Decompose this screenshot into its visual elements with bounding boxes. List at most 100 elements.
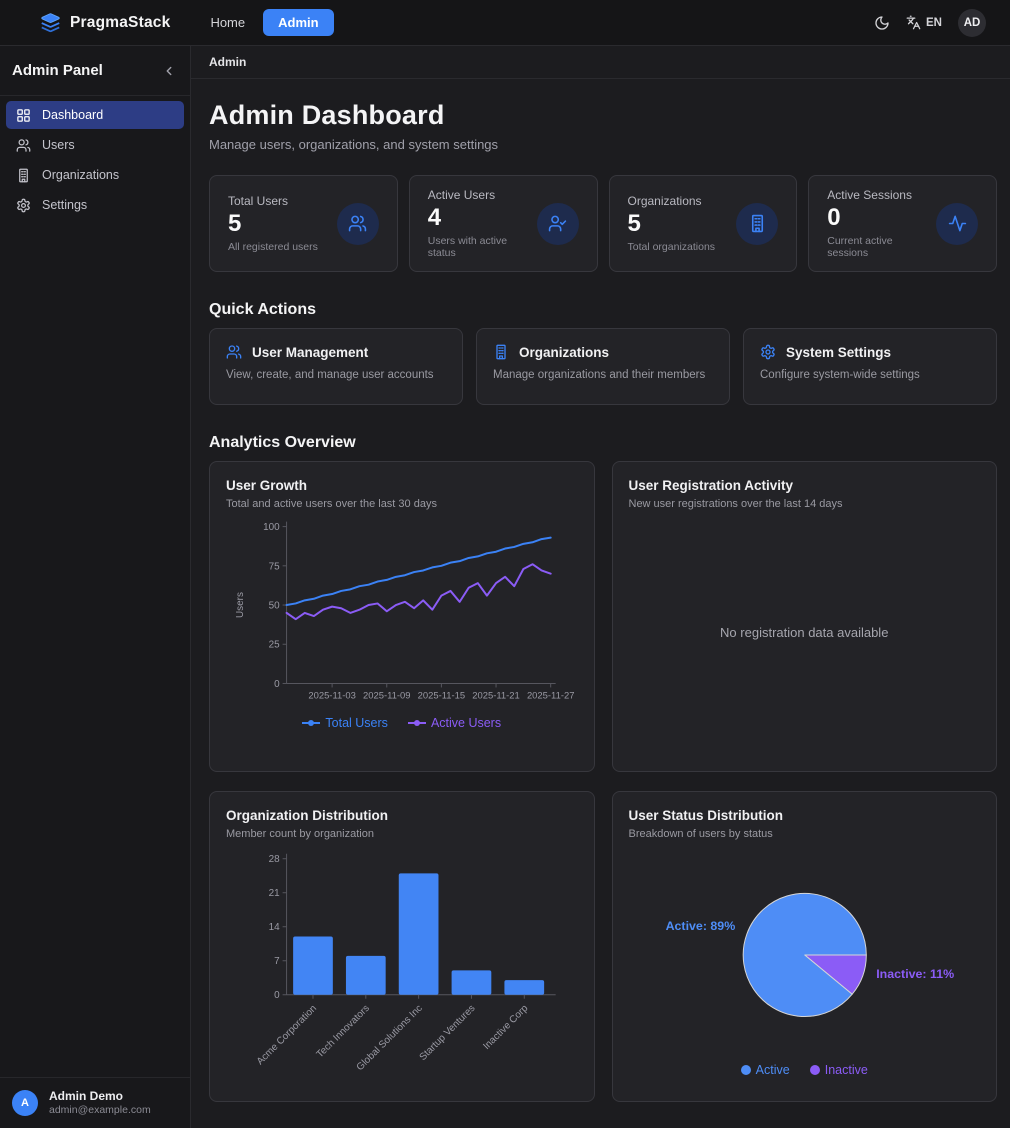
svg-text:Acme Corporation: Acme Corporation bbox=[255, 1003, 319, 1067]
dashboard-content: Admin Dashboard Manage users, organizati… bbox=[191, 79, 1010, 1118]
sidebar-item-organizations[interactable]: Organizations bbox=[6, 161, 184, 189]
line-marker-icon bbox=[408, 719, 426, 727]
stat-card-total-users: Total Users 5 All registered users bbox=[209, 175, 398, 272]
quick-action-organizations[interactable]: Organizations Manage organizations and t… bbox=[476, 328, 730, 405]
organization-distribution-plot: 07142128Acme CorporationTech InnovatorsG… bbox=[226, 844, 578, 1077]
page-subtitle: Manage users, organizations, and system … bbox=[209, 137, 997, 152]
chevron-left-icon bbox=[162, 64, 176, 78]
chart-subtitle: Breakdown of users by status bbox=[629, 828, 981, 840]
sidebar-collapse-button[interactable] bbox=[162, 64, 176, 78]
stat-value: 5 bbox=[228, 211, 318, 237]
sidebar-item-settings[interactable]: Settings bbox=[6, 191, 184, 219]
stat-value: 0 bbox=[827, 205, 936, 231]
chart-title: User Growth bbox=[226, 478, 578, 493]
stat-sublabel: Current active sessions bbox=[827, 235, 936, 259]
stat-label: Total Users bbox=[228, 194, 318, 208]
nav-right: EN AD bbox=[874, 9, 1010, 37]
svg-text:7: 7 bbox=[274, 956, 280, 967]
quick-action-description: View, create, and manage user accounts bbox=[226, 369, 446, 381]
theme-toggle-button[interactable] bbox=[874, 15, 890, 31]
sidebar-item-dashboard[interactable]: Dashboard bbox=[6, 101, 184, 129]
line-legend: Total Users Active Users bbox=[226, 716, 578, 730]
chart-subtitle: New user registrations over the last 14 … bbox=[629, 498, 981, 510]
nav-link-admin[interactable]: Admin bbox=[263, 9, 333, 36]
moon-icon bbox=[874, 15, 890, 31]
quick-action-user-management[interactable]: User Management View, create, and manage… bbox=[209, 328, 463, 405]
chart-title: Organization Distribution bbox=[226, 808, 578, 823]
quick-action-system-settings[interactable]: System Settings Configure system-wide se… bbox=[743, 328, 997, 405]
quick-action-description: Configure system-wide settings bbox=[760, 369, 980, 381]
dot-marker-icon bbox=[810, 1065, 820, 1075]
user-check-icon bbox=[548, 214, 567, 233]
sidebar-title: Admin Panel bbox=[12, 62, 103, 79]
svg-text:100: 100 bbox=[263, 522, 280, 533]
main-nav: Home Admin bbox=[202, 9, 333, 36]
stat-cards: Total Users 5 All registered users Activ… bbox=[209, 175, 997, 272]
admin-app: PragmaStack Home Admin EN AD Admin Panel bbox=[0, 0, 1010, 1128]
brand[interactable]: PragmaStack bbox=[0, 12, 170, 33]
svg-text:Inactive: 11%: Inactive: 11% bbox=[876, 967, 954, 981]
svg-text:2025-11-21: 2025-11-21 bbox=[472, 689, 520, 700]
organization-distribution-card: Organization Distribution Member count b… bbox=[209, 791, 595, 1102]
svg-text:21: 21 bbox=[269, 888, 281, 899]
legend-label: Active Users bbox=[431, 716, 501, 730]
legend-label: Active bbox=[756, 1063, 790, 1077]
legend-item-total-users[interactable]: Total Users bbox=[302, 716, 388, 730]
sidebar-nav: Dashboard Users Organizations Settings bbox=[0, 96, 190, 1077]
sidebar-user-email: admin@example.com bbox=[49, 1104, 151, 1117]
chart-subtitle: Total and active users over the last 30 … bbox=[226, 498, 578, 510]
sidebar-item-label: Dashboard bbox=[42, 108, 103, 122]
stat-sublabel: Total organizations bbox=[628, 241, 716, 253]
legend-item-inactive[interactable]: Inactive bbox=[810, 1063, 868, 1077]
user-status-pie-plot: Active: 89%Inactive: 11% bbox=[629, 844, 981, 1057]
top-navbar: PragmaStack Home Admin EN AD bbox=[0, 0, 1010, 46]
users-icon bbox=[226, 344, 242, 360]
sidebar-user-avatar: A bbox=[12, 1090, 38, 1116]
svg-text:25: 25 bbox=[269, 640, 281, 651]
breadcrumb[interactable]: Admin bbox=[209, 55, 246, 69]
language-button[interactable]: EN bbox=[906, 15, 942, 30]
user-growth-plot: 02550751002025-11-032025-11-092025-11-15… bbox=[226, 514, 578, 706]
line-marker-icon bbox=[302, 719, 320, 727]
sidebar-item-label: Settings bbox=[42, 198, 87, 212]
stat-sublabel: All registered users bbox=[228, 241, 318, 253]
user-avatar[interactable]: AD bbox=[958, 9, 986, 37]
quick-actions-grid: User Management View, create, and manage… bbox=[209, 328, 997, 405]
stat-icon-circle bbox=[537, 203, 579, 245]
svg-text:2025-11-27: 2025-11-27 bbox=[527, 689, 575, 700]
sidebar-header: Admin Panel bbox=[0, 46, 190, 96]
users-icon bbox=[16, 138, 31, 153]
building-icon bbox=[16, 168, 31, 183]
stat-card-active-users: Active Users 4 Users with active status bbox=[409, 175, 598, 272]
breadcrumb-bar: Admin bbox=[191, 46, 1010, 79]
svg-text:2025-11-03: 2025-11-03 bbox=[308, 689, 355, 700]
svg-text:Tech Innovators: Tech Innovators bbox=[315, 1003, 372, 1060]
svg-text:75: 75 bbox=[269, 561, 281, 572]
svg-text:50: 50 bbox=[269, 601, 281, 612]
legend-item-active[interactable]: Active bbox=[741, 1063, 790, 1077]
chart-title: User Status Distribution bbox=[629, 808, 981, 823]
sidebar-item-label: Users bbox=[42, 138, 75, 152]
svg-text:2025-11-09: 2025-11-09 bbox=[363, 689, 410, 700]
registration-activity-card: User Registration Activity New user regi… bbox=[612, 461, 998, 772]
main-area: Admin Admin Dashboard Manage users, orga… bbox=[191, 46, 1010, 1128]
stat-label: Active Sessions bbox=[827, 188, 936, 202]
stat-icon-circle bbox=[736, 203, 778, 245]
legend-label: Total Users bbox=[325, 716, 388, 730]
nav-link-home[interactable]: Home bbox=[202, 9, 253, 36]
empty-state-message: No registration data available bbox=[629, 510, 981, 755]
analytics-heading: Analytics Overview bbox=[209, 434, 997, 452]
stat-icon-circle bbox=[936, 203, 978, 245]
stat-label: Organizations bbox=[628, 194, 716, 208]
users-icon bbox=[348, 214, 367, 233]
sidebar-user-name: Admin Demo bbox=[49, 1089, 151, 1104]
svg-text:Inactive Corp: Inactive Corp bbox=[481, 1003, 530, 1052]
legend-item-active-users[interactable]: Active Users bbox=[408, 716, 501, 730]
svg-text:14: 14 bbox=[269, 922, 281, 933]
building-icon bbox=[493, 344, 509, 360]
sidebar-user-card[interactable]: A Admin Demo admin@example.com bbox=[0, 1077, 190, 1128]
pie-legend: Active Inactive bbox=[629, 1063, 981, 1077]
svg-text:2025-11-15: 2025-11-15 bbox=[418, 689, 466, 700]
svg-text:0: 0 bbox=[274, 990, 280, 1001]
sidebar-item-users[interactable]: Users bbox=[6, 131, 184, 159]
